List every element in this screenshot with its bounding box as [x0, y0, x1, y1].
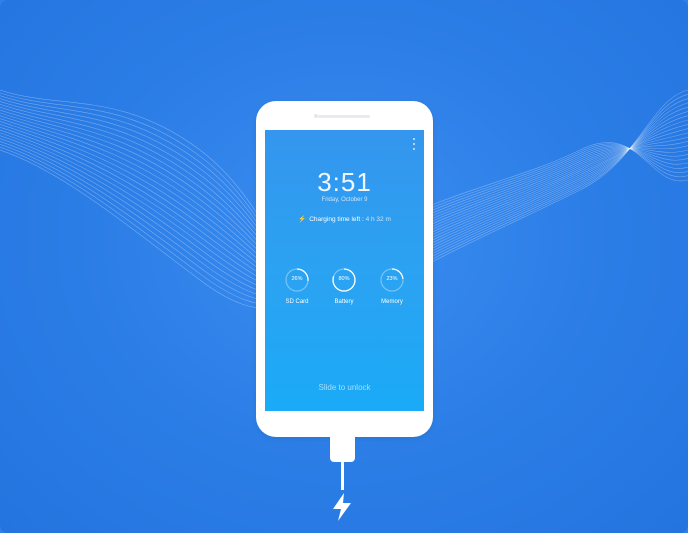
charging-label: Charging time left :: [309, 216, 364, 223]
phone-device: 3:51 Friday, October 9 ⚡ Charging time le…: [256, 101, 433, 437]
lightning-bolt-icon: [333, 493, 351, 521]
memory-label: Memory: [381, 299, 403, 305]
phone-speaker: [318, 115, 370, 118]
stat-memory[interactable]: 23% Memory: [374, 267, 410, 305]
stat-sd-card[interactable]: 26% SD Card: [279, 267, 315, 305]
clock-date: Friday, October 9: [321, 197, 368, 203]
memory-percent: 23%: [386, 276, 398, 282]
charger-cable: [341, 462, 344, 490]
charging-status: ⚡ Charging time left : 4 h 32 m: [265, 215, 424, 223]
battery-percent: 80%: [338, 276, 350, 282]
clock-time: 3:51: [317, 167, 372, 197]
memory-gauge: 23%: [379, 267, 405, 293]
charging-illustration: 3:51 Friday, October 9 ⚡ Charging time le…: [0, 0, 688, 533]
lock-screen: 3:51 Friday, October 9 ⚡ Charging time le…: [265, 130, 424, 411]
stat-battery[interactable]: 80% Battery: [326, 267, 362, 305]
battery-label: Battery: [334, 299, 354, 305]
charger-plug: [330, 437, 355, 462]
sd-card-label: SD Card: [285, 299, 309, 305]
sd-card-gauge: 26%: [284, 267, 310, 293]
menu-dots-icon[interactable]: [413, 138, 416, 150]
battery-gauge: 80%: [331, 267, 357, 293]
lightning-icon: ⚡: [298, 216, 307, 223]
charging-time: 4 h 32 m: [365, 216, 391, 223]
sd-card-percent: 26%: [291, 276, 303, 282]
slide-to-unlock[interactable]: Slide to unlock: [265, 383, 424, 392]
